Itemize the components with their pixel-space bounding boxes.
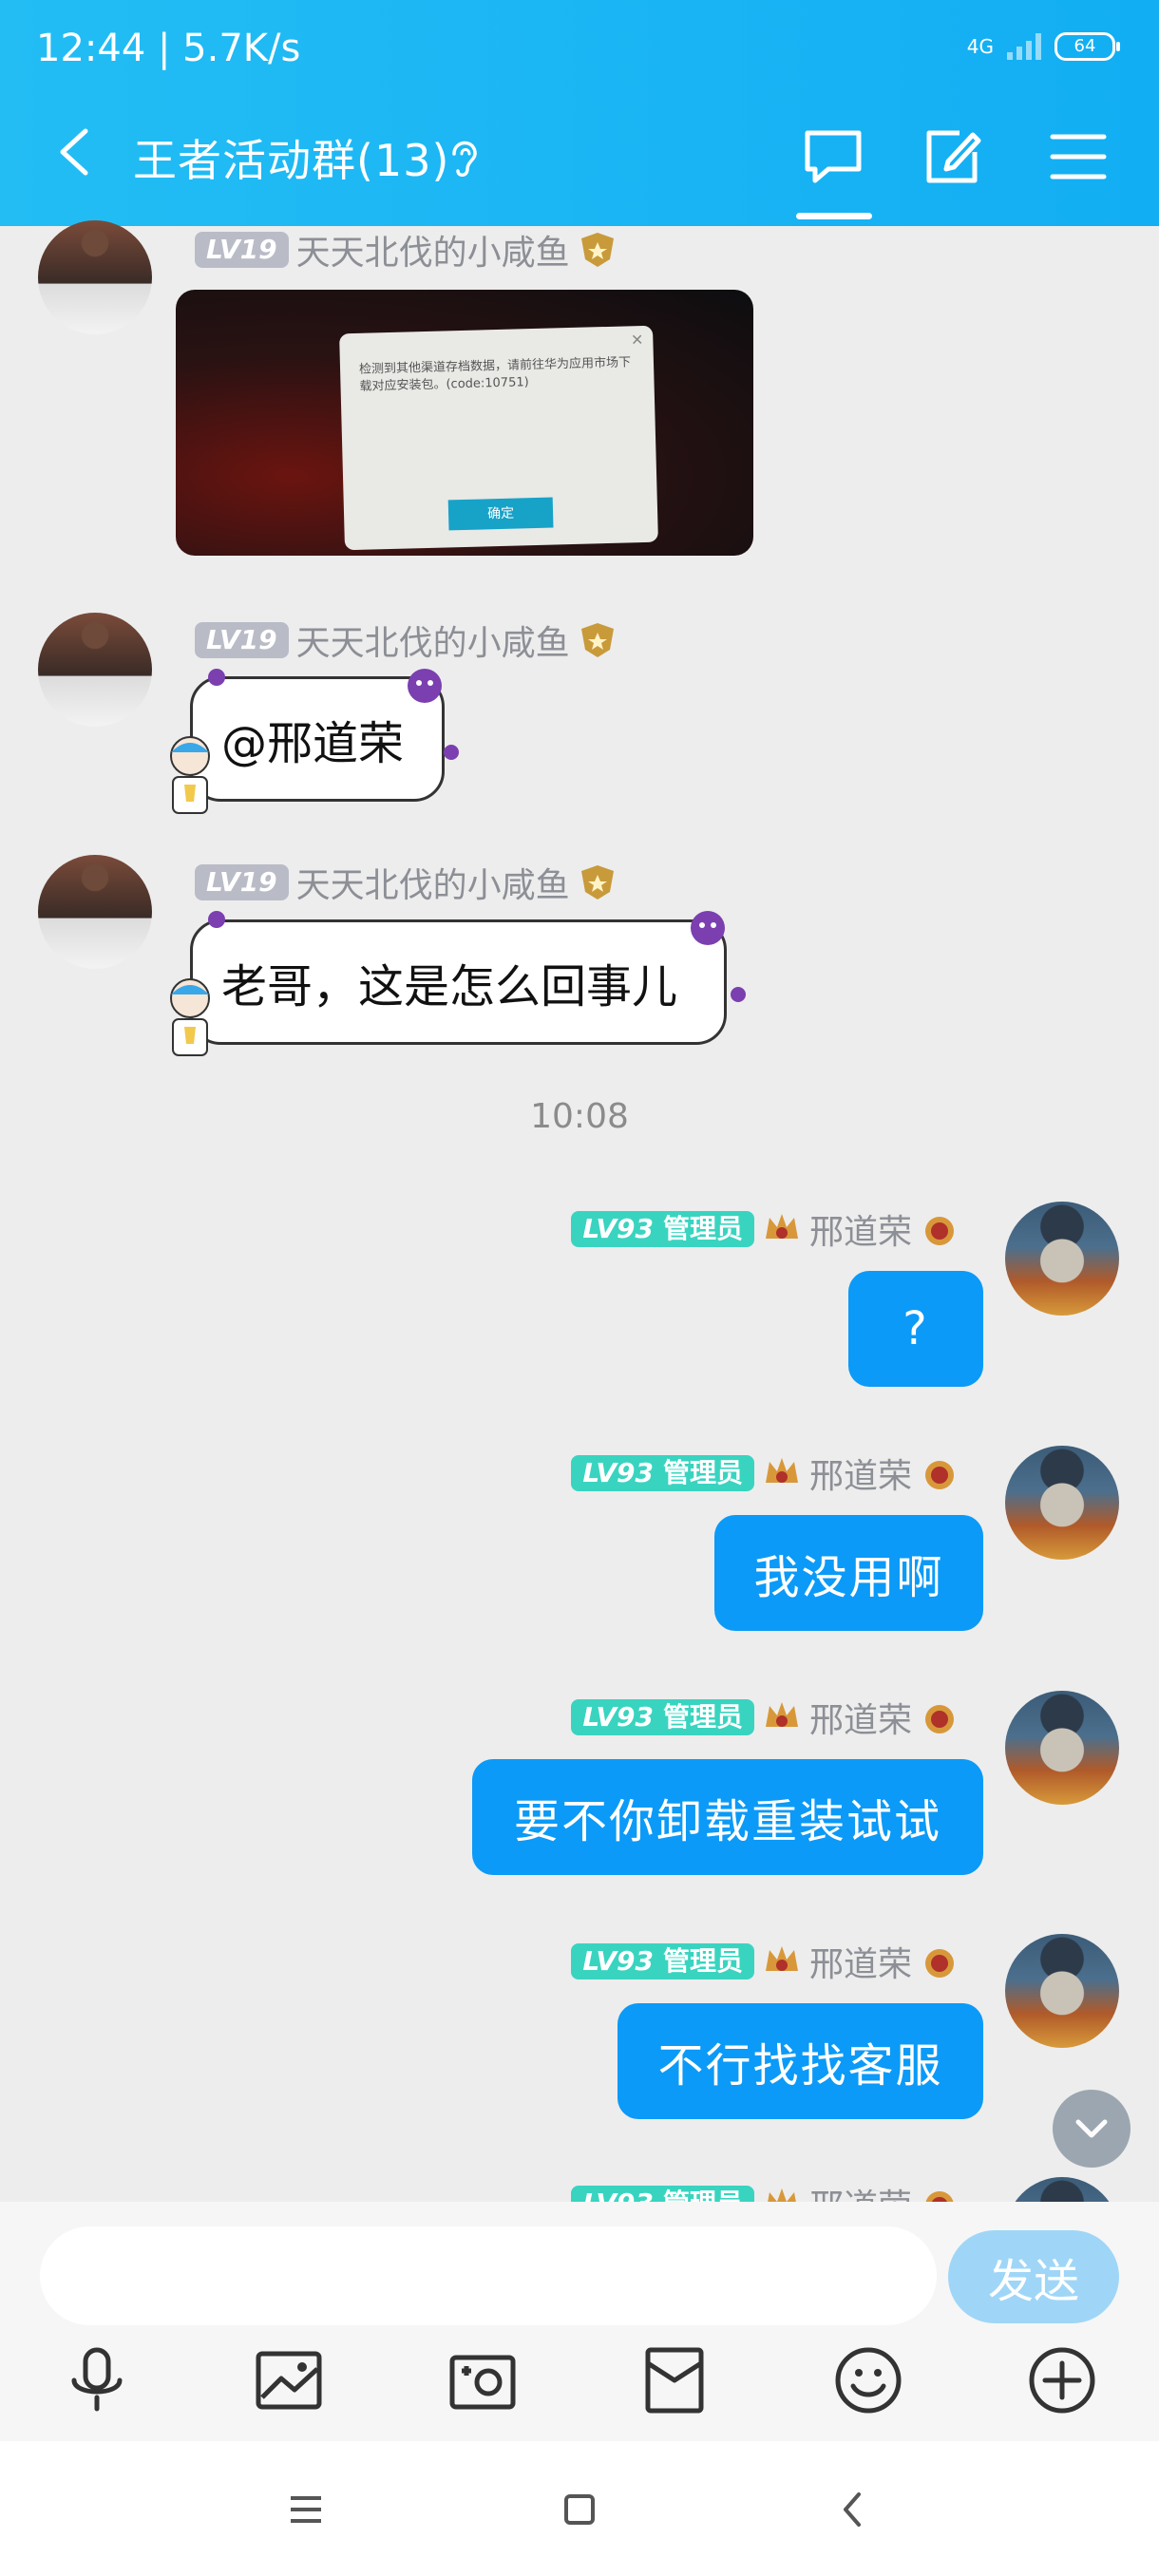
virus-icon — [408, 669, 442, 703]
avatar[interactable] — [1005, 1446, 1119, 1560]
sender-name[interactable]: 天天北伐的小咸鱼 — [296, 858, 570, 907]
sender-name[interactable]: 邢道荣 — [809, 1693, 912, 1742]
crown-icon — [765, 1214, 798, 1239]
active-tab-indicator — [796, 213, 872, 219]
sender-name[interactable]: 邢道荣 — [809, 1937, 912, 1986]
sender-name[interactable]: 邢道荣 — [809, 1204, 912, 1254]
avatar[interactable] — [38, 613, 152, 727]
virus-icon — [208, 911, 225, 928]
image-message[interactable]: ✕ 检测到其他渠道存档数据，请前往华为应用市场下载对应安装包。(code:107… — [176, 290, 753, 556]
network-label: 4G — [966, 35, 994, 58]
level-medal-icon — [925, 1949, 954, 1978]
avatar[interactable] — [38, 220, 152, 334]
level-label: LV93 — [582, 1701, 654, 1733]
avatar[interactable] — [1005, 1934, 1119, 2048]
message-bubble[interactable]: 老哥，这是怎么回事儿 — [190, 919, 727, 1045]
home-nav-icon[interactable] — [551, 2483, 608, 2536]
level-badge: LV19 — [195, 232, 289, 268]
system-navigation-bar — [0, 2441, 1159, 2576]
microphone-icon[interactable] — [59, 2342, 135, 2418]
chat-tab-icon[interactable] — [800, 123, 866, 190]
medal-icon — [580, 623, 614, 657]
level-label: LV93 — [582, 1945, 654, 1977]
dialog-text: 检测到其他渠道存档数据，请前往华为应用市场下载对应安装包。(code:10751… — [358, 355, 632, 394]
admin-badge: LV93 管理员 — [571, 1455, 754, 1491]
dialog-confirm-button: 确定 — [447, 497, 554, 531]
close-icon: ✕ — [630, 330, 644, 350]
level-badge: LV19 — [195, 622, 289, 658]
camera-icon[interactable] — [445, 2342, 521, 2418]
crown-icon — [765, 1458, 798, 1483]
level-medal-icon — [925, 1217, 954, 1245]
crown-icon — [765, 1946, 798, 1971]
edit-icon[interactable] — [920, 123, 986, 190]
scroll-to-bottom-button[interactable] — [1053, 2090, 1130, 2168]
virus-icon — [691, 911, 725, 945]
avatar[interactable] — [1005, 1202, 1119, 1316]
menu-nav-icon[interactable] — [277, 2483, 334, 2536]
level-medal-icon — [925, 1461, 954, 1489]
avatar[interactable] — [38, 855, 152, 969]
ear-icon[interactable] — [445, 133, 483, 180]
sender-row: LV19 天天北伐的小咸鱼 — [195, 225, 618, 275]
sender-row: LV93管理员 邢道荣 — [571, 1937, 960, 1986]
admin-badge: LV93管理员 — [571, 1699, 754, 1735]
role-label: 管理员 — [662, 1945, 743, 1977]
signal-icon — [1007, 33, 1041, 60]
crown-icon — [765, 1702, 798, 1727]
sender-row: LV93 管理员 邢道荣 — [571, 1204, 960, 1254]
avatar[interactable] — [1005, 1691, 1119, 1805]
level-medal-icon — [925, 1705, 954, 1733]
sender-name[interactable]: 天天北伐的小咸鱼 — [296, 616, 570, 665]
group-title[interactable]: 王者活动群(13) — [133, 126, 449, 189]
virus-icon — [444, 745, 459, 760]
sender-row: LV93 管理员 邢道荣 — [571, 1449, 960, 1498]
image-icon[interactable] — [251, 2342, 327, 2418]
battery-icon: 64 — [1054, 32, 1120, 61]
role-label: 管理员 — [662, 1213, 743, 1244]
level-label: LV93 — [582, 1457, 654, 1488]
chevron-down-icon — [1075, 2119, 1108, 2138]
role-label: 管理员 — [662, 1701, 743, 1733]
red-envelope-icon[interactable] — [636, 2342, 712, 2418]
send-button[interactable]: 发送 — [948, 2230, 1119, 2323]
composer: 发送 — [0, 2202, 1159, 2441]
sender-name[interactable]: 天天北伐的小咸鱼 — [296, 225, 570, 275]
menu-icon[interactable] — [1045, 123, 1112, 190]
message-bubble[interactable]: 我没用啊 — [714, 1515, 983, 1631]
medal-icon — [580, 865, 614, 900]
chat-header: 12:44 | 5.7K/s 4G 64 王者活动群(13) — [0, 0, 1159, 226]
admin-badge: LV93 管理员 — [571, 1211, 754, 1247]
sender-row: LV19 天天北伐的小咸鱼 — [195, 616, 618, 665]
message-input[interactable] — [40, 2226, 937, 2325]
virus-icon — [731, 987, 746, 1002]
sender-name[interactable]: 邢道荣 — [809, 1449, 912, 1498]
status-time: 12:44 | 5.7K/s — [36, 27, 301, 70]
medal-icon — [580, 233, 614, 267]
admin-badge: LV93管理员 — [571, 1943, 754, 1979]
status-indicators: 4G 64 — [966, 32, 1120, 61]
level-badge: LV19 — [195, 864, 289, 900]
sender-row: LV19 天天北伐的小咸鱼 — [195, 858, 618, 907]
plus-icon[interactable] — [1024, 2342, 1100, 2418]
emoji-icon[interactable] — [830, 2342, 906, 2418]
time-divider: 10:08 — [530, 1097, 629, 1136]
message-bubble[interactable]: 要不你卸载重装试试 — [472, 1759, 983, 1875]
role-label: 管理员 — [662, 1457, 743, 1488]
screenshot-dialog: ✕ 检测到其他渠道存档数据，请前往华为应用市场下载对应安装包。(code:107… — [339, 325, 658, 551]
sender-row: LV93管理员 邢道荣 — [571, 1693, 960, 1742]
back-nav-icon[interactable] — [825, 2483, 882, 2536]
nurse-sticker-icon — [170, 978, 210, 1056]
nurse-sticker-icon — [170, 736, 210, 814]
message-bubble[interactable]: ? — [848, 1271, 983, 1387]
back-arrow-icon[interactable] — [55, 125, 93, 179]
message-bubble[interactable]: 不行找找客服 — [618, 2003, 983, 2119]
virus-icon — [208, 669, 225, 686]
level-label: LV93 — [582, 1213, 654, 1244]
